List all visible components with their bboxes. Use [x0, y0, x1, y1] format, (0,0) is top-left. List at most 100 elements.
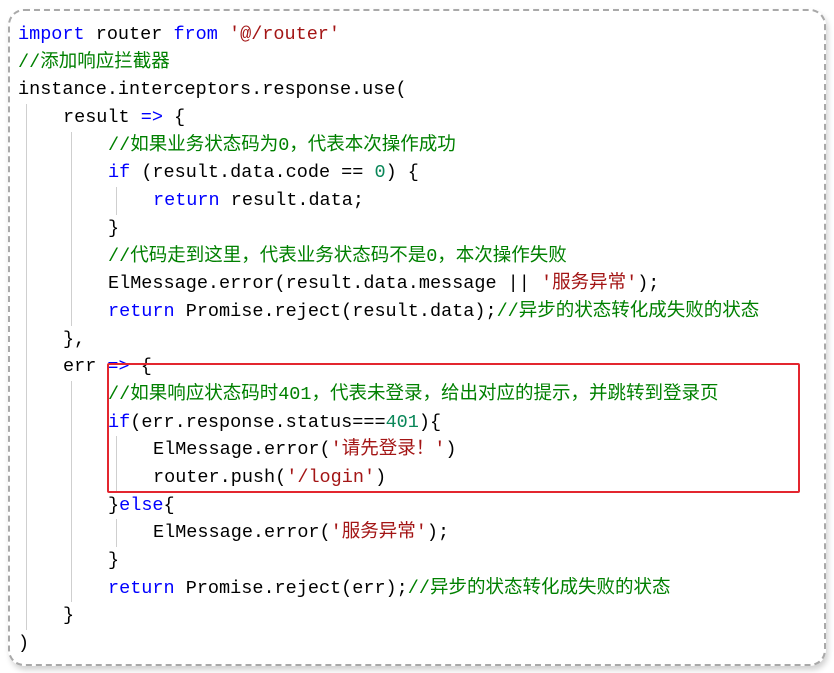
- code-token-plain: result.data;: [219, 190, 364, 212]
- code-line-content: ElMessage.error('服务异常');: [153, 522, 449, 543]
- code-token-plain: (result.data.code ==: [130, 162, 375, 184]
- code-token-kw: else: [119, 494, 164, 516]
- code-line: //代码走到这里，代表业务状态码不是0，本次操作失败: [18, 242, 669, 271]
- code-token-kw: return: [108, 577, 175, 599]
- code-line: result => {: [18, 104, 669, 132]
- code-line: ElMessage.error(result.data.message || '…: [18, 270, 669, 298]
- indent-guide: [26, 214, 27, 243]
- code-token-kw: import: [18, 24, 85, 45]
- code-token-kw: return: [153, 190, 220, 212]
- code-line-content: import router from '@/router': [18, 24, 340, 45]
- indent-guide: [26, 187, 27, 215]
- code-token-plain: ): [18, 633, 30, 655]
- code-line: import router from '@/router': [18, 21, 669, 49]
- code-line-content: //如果业务状态码为0，代表本次操作成功: [108, 135, 456, 156]
- code-token-cm: //异步的状态转化成失败的状态: [407, 577, 671, 599]
- code-token-plain: instance.interceptors.response.use(: [18, 79, 407, 101]
- code-line: instance.interceptors.response.use(: [18, 76, 669, 104]
- indent-guide: [71, 574, 72, 603]
- code-snippet-frame: import router from '@/router' //添加响应拦截器 in…: [8, 9, 826, 666]
- code-token-plain: {: [162, 107, 186, 129]
- code-token-plain: }: [63, 605, 75, 627]
- highlight-annotation-box: [107, 363, 800, 493]
- code-token-num: 0: [374, 162, 386, 184]
- code-line: ElMessage.error('服务异常');: [18, 519, 669, 548]
- indent-guide: [26, 380, 27, 409]
- code-token-op: =>: [140, 107, 163, 129]
- code-token-plain: ElMessage.error(: [153, 522, 331, 544]
- code-token-cm: //添加响应拦截器: [18, 51, 170, 73]
- code-line-content: return Promise.reject(result.data);//异步的…: [108, 301, 759, 322]
- code-line: },: [18, 325, 669, 354]
- code-line: //添加响应拦截器: [18, 49, 669, 77]
- code-line-content: }: [63, 605, 74, 626]
- indent-guide: [71, 519, 72, 548]
- indent-guide: [71, 242, 72, 271]
- code-token-str: '@/router': [228, 24, 341, 45]
- indent-guide: [26, 242, 27, 271]
- code-token-kw: from: [173, 24, 218, 45]
- code-token-plain: router: [84, 24, 174, 45]
- indent-guide: [26, 574, 27, 603]
- code-token-plain: }: [108, 217, 120, 239]
- indent-guide: [71, 131, 72, 160]
- indent-guide: [71, 380, 72, 409]
- indent-guide: [26, 464, 27, 492]
- code-token-plain: err: [63, 356, 108, 378]
- indent-guide: [26, 491, 27, 520]
- indent-guide: [71, 187, 72, 215]
- code-line-content: return Promise.reject(err);//异步的状态转化成失败的…: [108, 578, 670, 599]
- code-line: }else{: [18, 491, 669, 520]
- code-line-content: return result.data;: [153, 190, 364, 211]
- indent-guide: [116, 187, 117, 215]
- indent-guide: [26, 159, 27, 188]
- indent-guide: [26, 602, 27, 631]
- code-token-plain: ElMessage.error(result.data.message ||: [108, 273, 541, 295]
- code-line: }: [18, 547, 669, 575]
- indent-guide: [26, 353, 27, 381]
- indent-guide: [26, 297, 27, 326]
- code-line: ): [18, 630, 669, 658]
- indent-guide: [71, 408, 72, 437]
- code-token-plain: ) {: [385, 162, 419, 184]
- code-line: }: [18, 602, 669, 631]
- indent-guide: [26, 131, 27, 160]
- code-token-cm: //代码走到这里，代表业务状态码不是0，本次操作失败: [108, 245, 567, 267]
- code-line-content: }else{: [108, 495, 175, 516]
- indent-guide: [26, 270, 27, 298]
- code-line-content: }: [108, 218, 119, 239]
- code-line-content: }: [108, 550, 119, 571]
- indent-guide: [116, 519, 117, 548]
- code-line: if (result.data.code == 0) {: [18, 159, 669, 188]
- indent-guide: [71, 436, 72, 464]
- code-token-plain: );: [637, 273, 660, 295]
- code-token-cm: //如果业务状态码为0，代表本次操作成功: [108, 134, 456, 156]
- indent-guide: [71, 270, 72, 298]
- code-token-plain: Promise.reject(err);: [174, 577, 408, 599]
- code-line-content: if (result.data.code == 0) {: [108, 162, 419, 183]
- code-line-content: ): [18, 633, 29, 654]
- code-line-content: },: [63, 329, 85, 350]
- code-line-content: result => {: [63, 107, 185, 128]
- code-token-plain: Promise.reject(result.data);: [174, 300, 497, 322]
- code-token-plain: }: [108, 494, 120, 516]
- code-line-content: //添加响应拦截器: [18, 52, 170, 73]
- code-token-kw: return: [108, 300, 175, 322]
- code-token-kw: if: [108, 162, 131, 184]
- code-token-plain: }: [108, 550, 120, 572]
- code-line: }: [18, 214, 669, 243]
- indent-guide: [26, 547, 27, 575]
- code-line: return Promise.reject(err);//异步的状态转化成失败的…: [18, 574, 670, 603]
- indent-guide: [71, 214, 72, 243]
- code-line-content: instance.interceptors.response.use(: [18, 79, 407, 100]
- code-token-plain: {: [163, 494, 175, 516]
- code-line-content: //代码走到这里，代表业务状态码不是0，本次操作失败: [108, 246, 567, 267]
- code-token-plain: result: [63, 107, 141, 129]
- code-token-str: '服务异常': [330, 522, 427, 544]
- code-token-str: '服务异常': [540, 273, 638, 295]
- indent-guide: [26, 325, 27, 354]
- indent-guide: [71, 491, 72, 520]
- indent-guide: [71, 297, 72, 326]
- indent-guide: [26, 519, 27, 548]
